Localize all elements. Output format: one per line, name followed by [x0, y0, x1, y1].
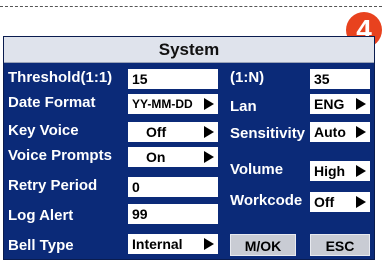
window-title: System [4, 37, 374, 63]
voice-prompts-select[interactable]: On [128, 147, 218, 167]
one-to-n-label: (1:N) [230, 69, 265, 86]
date-format-value: YY-MM-DD [132, 97, 193, 111]
arrow-right-icon [204, 126, 214, 138]
key-voice-select[interactable]: Off [128, 122, 218, 142]
arrow-right-icon [204, 98, 214, 110]
bell-type-value: Internal [132, 236, 183, 252]
key-voice-label: Key Voice [8, 122, 79, 139]
arrow-right-icon [356, 196, 366, 208]
key-voice-value: Off [146, 124, 167, 140]
voice-prompts-value: On [146, 149, 166, 165]
lan-value: ENG [314, 96, 345, 112]
volume-label: Volume [230, 161, 284, 178]
sensitivity-select[interactable]: Auto [310, 122, 370, 142]
dashed-border [0, 6, 382, 7]
date-format-select[interactable]: YY-MM-DD [128, 94, 218, 114]
workcode-select[interactable]: Off [310, 192, 370, 212]
bell-type-label: Bell Type [8, 237, 74, 254]
log-alert-input[interactable]: 99 [128, 204, 218, 224]
workcode-label: Workcode [230, 192, 303, 209]
arrow-right-icon [356, 126, 366, 138]
lan-select[interactable]: ENG [310, 94, 370, 114]
workcode-value: Off [314, 194, 335, 210]
one-to-n-input[interactable]: 35 [310, 69, 370, 89]
bell-type-select[interactable]: Internal [128, 234, 218, 254]
esc-button[interactable]: ESC [310, 234, 370, 256]
date-format-label: Date Format [8, 94, 96, 111]
log-alert-label: Log Alert [8, 207, 74, 224]
sensitivity-value: Auto [314, 124, 346, 140]
arrow-right-icon [204, 238, 214, 250]
threshold-label: Threshold(1:1) [8, 69, 113, 86]
sensitivity-label: Sensitivity [230, 125, 306, 142]
retry-period-label: Retry Period [8, 177, 98, 194]
arrow-right-icon [356, 165, 366, 177]
arrow-right-icon [356, 98, 366, 110]
arrow-right-icon [204, 151, 214, 163]
volume-select[interactable]: High [310, 161, 370, 181]
ok-button[interactable]: M/OK [230, 234, 296, 256]
threshold-input[interactable]: 15 [128, 69, 218, 89]
volume-value: High [314, 163, 346, 179]
retry-period-input[interactable]: 0 [128, 177, 218, 197]
system-settings-screen: System Threshold(1:1) 15 Date Format YY-… [3, 36, 375, 260]
voice-prompts-label: Voice Prompts [8, 147, 112, 164]
lan-label: Lan [230, 98, 257, 115]
